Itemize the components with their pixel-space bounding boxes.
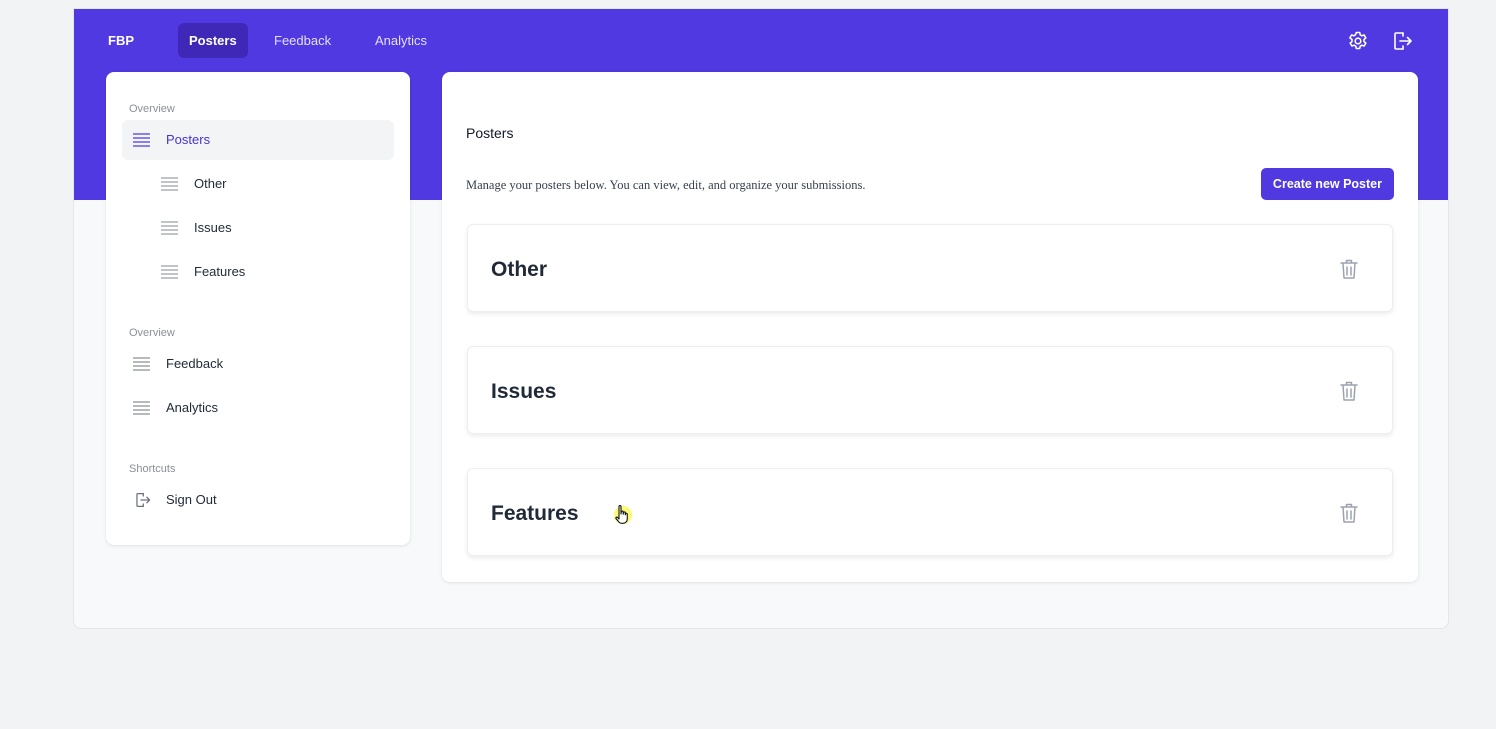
logout-icon [136,493,151,507]
sidebar-item-label: Posters [166,132,211,147]
sidebar-item-issues[interactable]: Issues [122,208,394,248]
main-panel: Posters Manage your posters below. You c… [442,72,1418,582]
nav-tab-feedback[interactable]: Feedback [263,23,342,58]
sidebar-item-analytics[interactable]: Analytics [122,388,394,428]
trash-icon[interactable] [1339,380,1359,402]
list-icon [161,265,178,279]
sidebar-item-sign-out[interactable]: Sign Out [122,480,394,520]
page-description: Manage your posters below. You can view,… [466,178,866,192]
trash-icon[interactable] [1339,258,1359,280]
sidebar-section-overview: Overview [129,103,175,115]
list-icon [133,357,150,371]
sidebar-item-label: Features [194,264,246,279]
poster-card-issues[interactable]: Issues [467,346,1393,434]
list-icon [133,133,150,147]
sidebar-item-feedback[interactable]: Feedback [122,344,394,384]
sidebar-section-shortcuts: Shortcuts [129,463,176,475]
poster-title: Issues [491,380,557,403]
top-nav: FBP Posters Feedback Analytics [74,9,1448,72]
page-title: Posters [466,125,514,141]
sidebar: Overview Posters Other Issues Features O… [106,72,410,545]
sidebar-item-label: Issues [194,220,232,235]
nav-tab-analytics[interactable]: Analytics [364,23,438,58]
sidebar-item-label: Analytics [166,400,219,415]
trash-icon[interactable] [1339,502,1359,524]
hand-cursor-icon [614,505,632,524]
list-icon [133,401,150,415]
sidebar-item-posters[interactable]: Posters [122,120,394,160]
poster-card-other[interactable]: Other [467,224,1393,312]
brand-logo[interactable]: FBP [108,33,134,48]
sidebar-item-label: Sign Out [166,492,217,507]
poster-title: Features [491,502,579,525]
poster-card-features[interactable]: Features [467,468,1393,556]
sidebar-item-features[interactable]: Features [122,252,394,292]
poster-title: Other [491,258,548,281]
sidebar-item-label: Feedback [166,356,224,371]
create-poster-button[interactable]: Create new Poster [1260,168,1394,200]
app-frame: FBP Posters Feedback Analytics Overview … [73,8,1449,629]
logout-icon[interactable] [1390,29,1414,53]
sidebar-item-other[interactable]: Other [122,164,394,204]
settings-icon[interactable] [1346,29,1370,53]
list-icon [161,177,178,191]
sidebar-item-label: Other [194,176,227,191]
nav-tab-posters[interactable]: Posters [178,23,248,58]
list-icon [161,221,178,235]
sidebar-section-overview-2: Overview [129,327,175,339]
